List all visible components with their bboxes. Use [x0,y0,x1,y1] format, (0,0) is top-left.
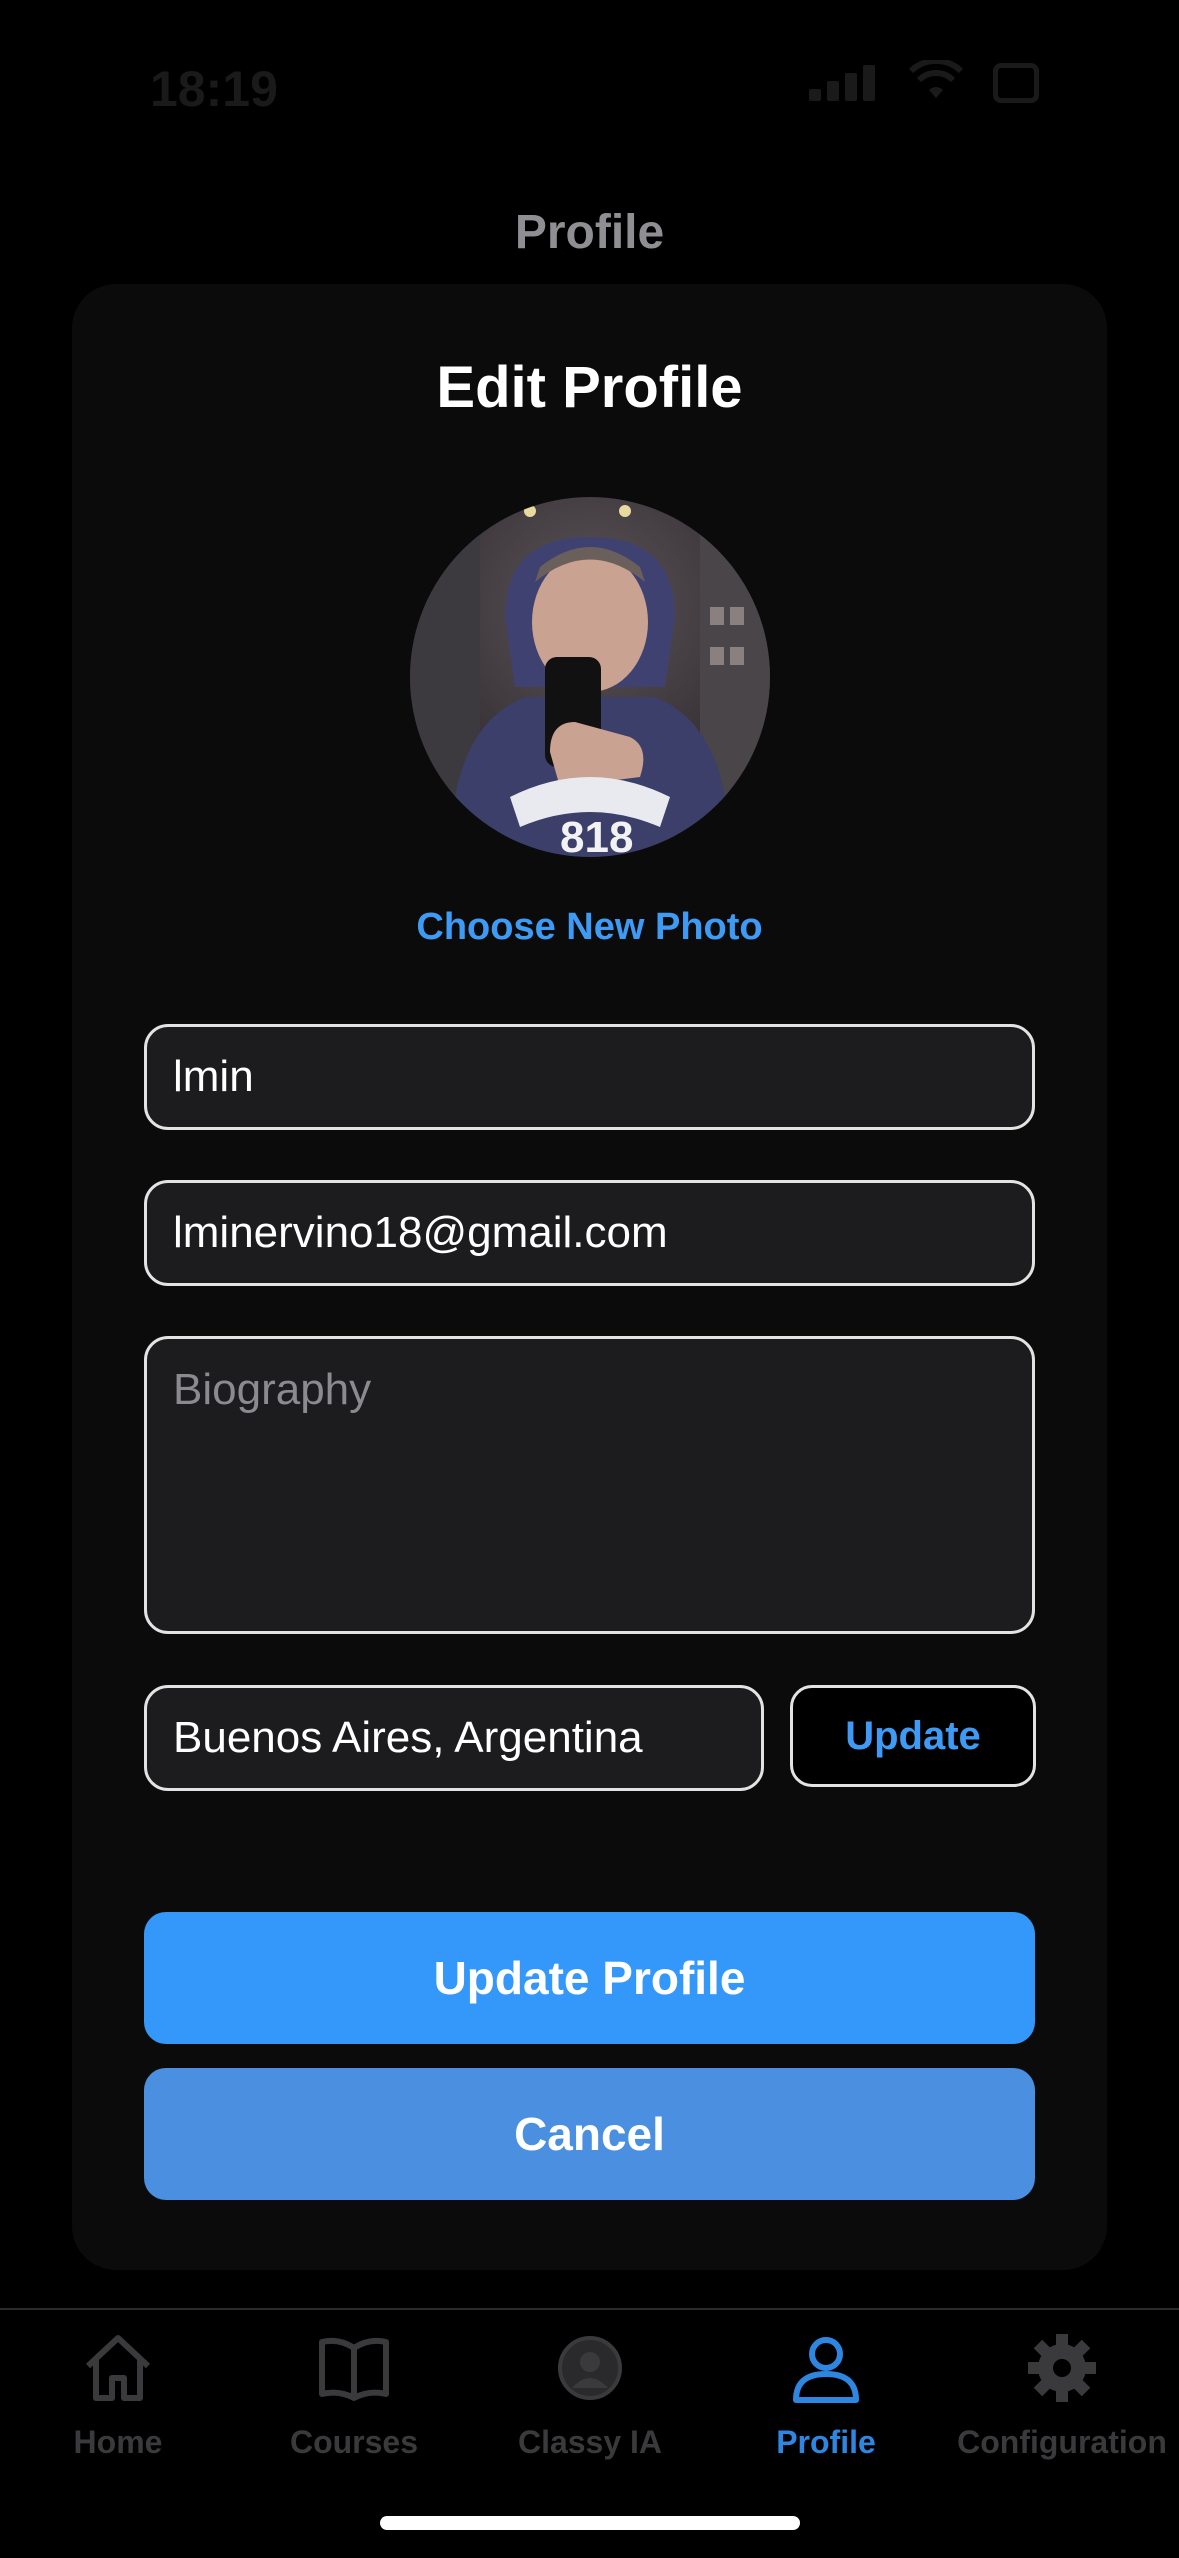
battery-icon [993,62,1039,103]
edit-profile-title: Edit Profile [436,355,743,420]
tab-courses-label: Courses [289,2424,419,2460]
update-profile-button[interactable]: Update Profile [144,1912,1035,2044]
svg-text:818: 818 [560,813,633,857]
tab-configuration[interactable]: Configuration [944,2328,1179,2461]
person-icon [793,2337,859,2403]
name-field[interactable] [144,1024,1035,1130]
biography-field[interactable] [144,1336,1035,1634]
tab-profile-label: Profile [776,2424,876,2460]
location-field[interactable] [144,1685,764,1791]
profile-avatar[interactable]: 818 [410,497,770,857]
choose-new-photo-link[interactable]: Choose New Photo [72,906,1107,949]
cellular-signal-icon [809,64,879,101]
screen-title: Profile [514,206,665,259]
update-location-button[interactable]: Update [790,1685,1036,1787]
status-bar: 18:19 [0,0,1179,170]
tab-classy-ia[interactable]: Classy IA [472,2328,708,2461]
home-indicator [380,2516,800,2530]
tab-home-label: Home [73,2424,163,2460]
tab-courses[interactable]: Courses [236,2328,472,2461]
gear-icon [1028,2334,1096,2402]
status-icons [809,57,1039,105]
email-field[interactable] [144,1180,1035,1286]
tab-configuration-label: Configuration [957,2424,1167,2460]
status-time: 18:19 [150,61,278,117]
tab-classy-ia-label: Classy IA [517,2424,663,2460]
robot-avatar-icon [558,2336,622,2400]
tab-profile[interactable]: Profile [708,2328,944,2461]
tab-home[interactable]: Home [0,2328,236,2461]
house-icon [85,2335,151,2401]
book-icon [319,2337,389,2401]
wifi-icon [908,57,964,105]
cancel-button[interactable]: Cancel [144,2068,1035,2200]
